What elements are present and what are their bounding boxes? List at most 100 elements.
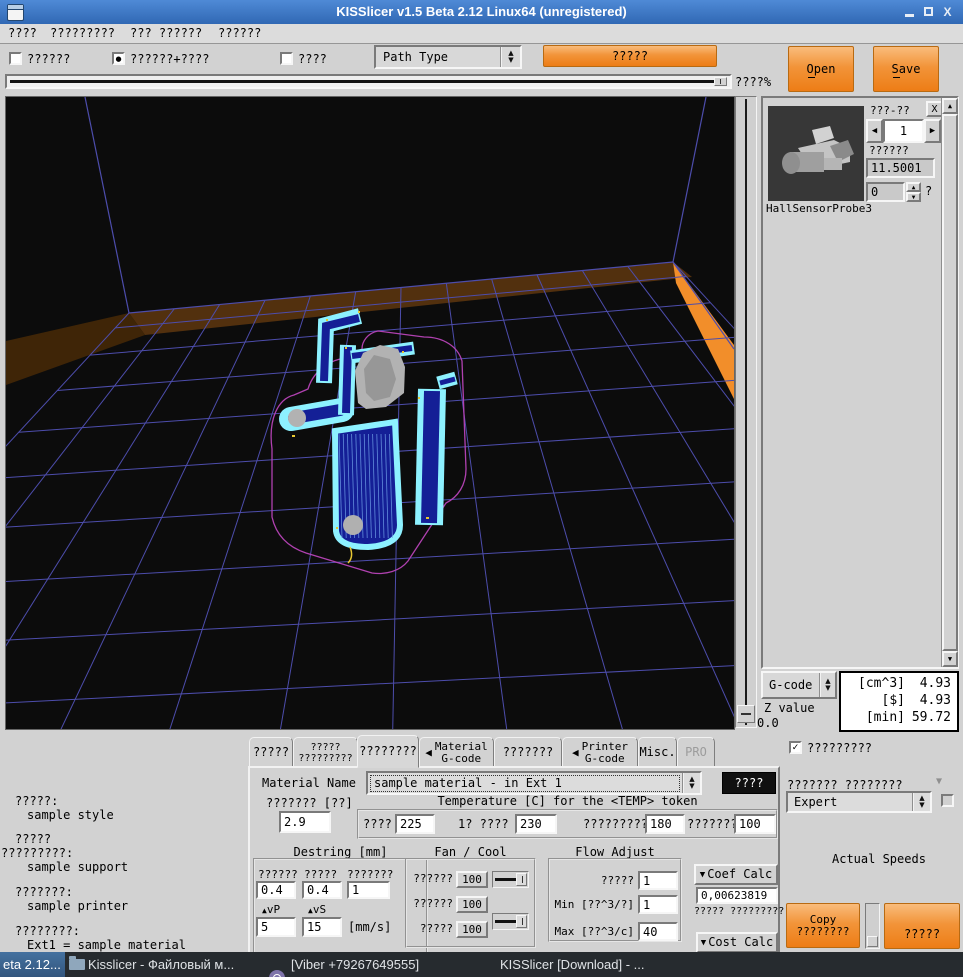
model-name: HallSensorProbe3 — [766, 203, 872, 215]
stat-volume-key: [cm^3] — [858, 675, 905, 692]
title-bar[interactable]: KISSlicer v1.5 Beta 2.12 Linux64 (unregi… — [0, 0, 963, 24]
new-material-label: ???? — [735, 777, 764, 790]
flow-min-field[interactable]: 1 — [638, 895, 678, 914]
show-settings-checkbox[interactable]: ✓ — [789, 741, 802, 754]
rotate-down-button[interactable]: ▼ — [906, 192, 921, 202]
temp-main-field[interactable]: 225 — [395, 814, 435, 834]
destring-wipe-field[interactable]: 1 — [347, 881, 390, 899]
show-models-checkbox[interactable] — [9, 52, 22, 65]
check-icon: ✓ — [792, 743, 800, 753]
taskbar-item-kisslicer-active[interactable]: eta 2.12... — [0, 952, 65, 977]
show-settings-label[interactable]: ????????? — [807, 742, 872, 755]
fan-loops-slider-handle[interactable] — [516, 873, 527, 886]
material-profile-label: ????????: — [15, 925, 80, 938]
tab-pro[interactable]: PRO — [677, 737, 715, 768]
gcode-dropdown-value: G-code — [763, 679, 819, 692]
maximize-button[interactable] — [921, 4, 936, 19]
open-button[interactable]: Open — [788, 46, 854, 92]
cost-calc-button[interactable]: ▼ Cost Calc — [696, 932, 778, 953]
tab-support[interactable]: ?????????????? — [293, 737, 358, 768]
destring-suck-field[interactable]: 0.4 — [302, 881, 342, 899]
tab-material-gcode[interactable]: ◀ MaterialG-code — [419, 737, 494, 768]
down-arrow-icon: ▼ — [700, 870, 705, 880]
show-axes-checkbox[interactable] — [280, 52, 293, 65]
rotate-field[interactable]: 0 — [866, 182, 905, 202]
fan-inside-value-button[interactable]: 100 — [456, 896, 488, 913]
fan-loops-value-button[interactable]: 100 — [456, 871, 488, 888]
fan-cool-label: ????? — [409, 923, 453, 935]
mode-mini-slider-handle[interactable] — [867, 936, 878, 947]
menu-settings[interactable]: ????????? — [50, 27, 115, 40]
model-thumbnail-image — [768, 106, 864, 201]
temp-first-layer-field[interactable]: 230 — [515, 814, 557, 834]
temp-keep-warm-field[interactable]: 180 — [645, 814, 685, 834]
tab-extruder[interactable]: ??????? — [494, 737, 562, 768]
view-vertical-slider[interactable] — [735, 96, 757, 728]
fan-cool-value-button[interactable]: 100 — [456, 921, 488, 938]
copies-value: 1 — [900, 124, 907, 138]
models-scrollbar[interactable]: ▲ ▼ — [941, 98, 958, 667]
show-axes-label[interactable]: ???? — [298, 53, 327, 66]
view-slider-handle[interactable] — [737, 705, 755, 723]
copies-value-field[interactable]: 1 — [883, 119, 924, 143]
copies-decrement-button[interactable]: ◀ — [866, 119, 883, 143]
show-paths-label[interactable]: ??????+???? — [130, 53, 209, 66]
destring-vs-field[interactable]: 15 — [302, 917, 342, 937]
fan-loops-slider[interactable] — [492, 871, 529, 888]
stat-time-value: 59.72 — [905, 709, 951, 726]
support-profile-label-1: ????? — [15, 833, 51, 846]
destring-wipe-label: ??????? — [347, 869, 393, 881]
model-close-label: X — [931, 104, 937, 115]
flow-max-field[interactable]: 40 — [638, 922, 678, 941]
folder-icon[interactable] — [69, 959, 85, 970]
scroll-up-button[interactable]: ▲ — [942, 98, 958, 114]
temp-first-layer-label: 1? ???? — [458, 818, 509, 831]
taskbar-item-viber[interactable]: [Viber +79267649555] — [291, 957, 419, 972]
diameter-label: ??????? [??] — [266, 797, 353, 810]
viewport-3d[interactable] — [5, 96, 735, 730]
show-models-label[interactable]: ?????? — [27, 53, 70, 66]
temp-bed-field[interactable]: 100 — [734, 814, 776, 834]
rotate-up-button[interactable]: ▲ — [906, 182, 921, 192]
diameter-field[interactable]: 2.9 — [279, 811, 331, 833]
viber-icon[interactable] — [269, 970, 285, 977]
tab-misc[interactable]: Misc. — [638, 737, 677, 768]
fan-inside-slider-handle[interactable] — [516, 915, 527, 928]
mode-side-checkbox[interactable] — [941, 794, 954, 807]
save-button[interactable]: Save — [873, 46, 939, 92]
menu-file[interactable]: ???? — [8, 27, 37, 40]
go-button[interactable]: ????? — [884, 903, 960, 949]
copy-settings-button[interactable]: Copy ???????? — [786, 903, 860, 948]
menu-view[interactable]: ??? ?????? — [130, 27, 202, 40]
taskbar-item-browser[interactable]: KISSlicer [Download] - ... — [500, 957, 645, 972]
copies-increment-button[interactable]: ▶ — [924, 119, 941, 143]
tab-material[interactable]: ???????? — [357, 735, 419, 768]
path-type-dropdown[interactable]: Path Type ▲▼ — [374, 45, 522, 69]
new-material-button[interactable]: ???? — [722, 772, 776, 794]
support-profile-value: sample support — [27, 861, 128, 874]
taskbar-item-file-manager[interactable]: Kisslicer - Файловый м... — [88, 957, 234, 972]
temp-bed-label: ??????? — [687, 818, 738, 831]
collapse-arrow-icon[interactable]: ▼ — [936, 776, 942, 787]
material-name-dropdown[interactable]: sample material - in Ext 1 ▲▼ — [366, 771, 702, 795]
menu-help[interactable]: ?????? — [218, 27, 261, 40]
zoom-slider[interactable] — [5, 74, 732, 89]
gcode-dropdown[interactable]: G-code ▲▼ — [761, 671, 837, 699]
coef-calc-button[interactable]: ▼ Coef Calc — [694, 864, 778, 885]
flow-tweak-field[interactable]: 1 — [638, 871, 678, 890]
scroll-down-button[interactable]: ▼ — [942, 651, 958, 667]
destring-prime-field[interactable]: 0.4 — [256, 881, 296, 899]
minimize-button[interactable] — [902, 4, 917, 19]
zoom-slider-handle[interactable] — [714, 77, 727, 86]
tab-printer-gcode[interactable]: ◀ PrinterG-code — [562, 737, 638, 768]
model-thumbnail[interactable] — [768, 106, 864, 201]
fan-inside-slider[interactable] — [492, 913, 529, 930]
show-paths-checkbox[interactable]: ● — [112, 52, 125, 65]
destring-vp-field[interactable]: 5 — [256, 917, 296, 937]
mode-mini-slider[interactable] — [865, 903, 880, 949]
slice-button[interactable]: ????? — [543, 45, 717, 67]
scrollbar-thumb[interactable] — [942, 114, 958, 651]
tab-style[interactable]: ????? — [249, 737, 293, 768]
mode-dropdown[interactable]: Expert ▲▼ — [786, 791, 932, 813]
close-button[interactable]: X — [940, 4, 955, 19]
